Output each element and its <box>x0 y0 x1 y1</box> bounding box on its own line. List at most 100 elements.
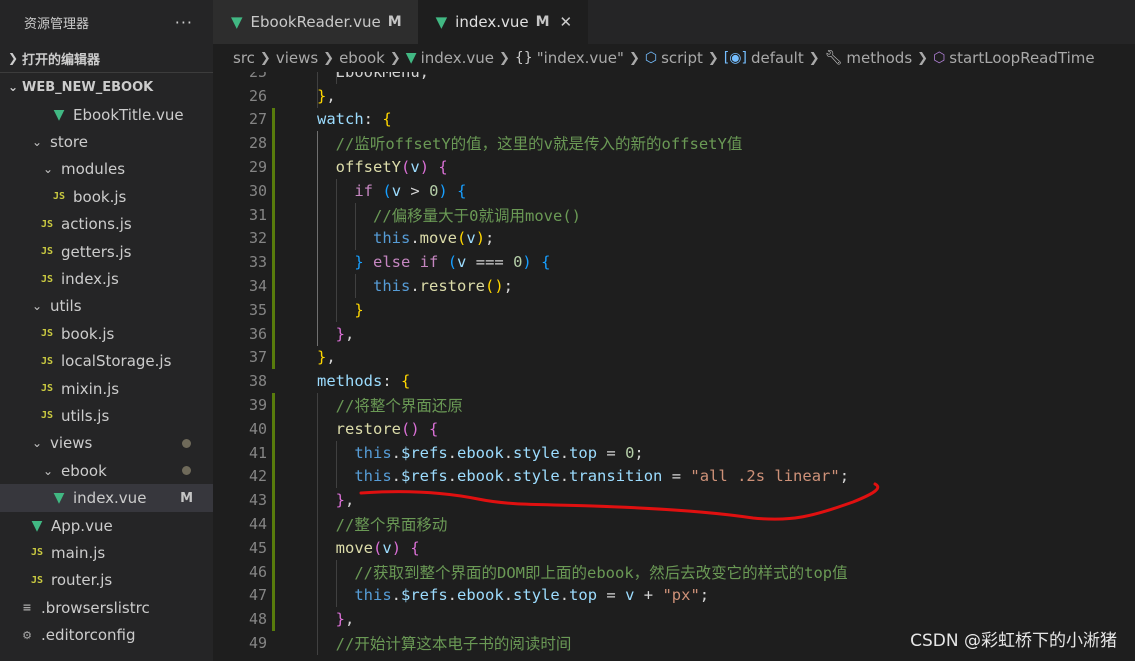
code-line: 44 //整个界面移动 <box>213 512 1135 536</box>
tree-file-getters[interactable]: JS getters.js <box>0 238 213 265</box>
breadcrumb-item[interactable]: ebook <box>339 49 385 67</box>
tree-file-book-js[interactable]: JS book.js <box>0 183 213 210</box>
line-number: 35 <box>248 300 267 319</box>
project-section[interactable]: ⌄ WEB_NEW_EBOOK <box>0 73 213 101</box>
code-line: 42 this.$refs.ebook.style.transition = "… <box>213 464 1135 489</box>
tree-file-main-js[interactable]: JS main.js <box>0 539 213 566</box>
breadcrumb-item[interactable]: methods <box>846 49 912 67</box>
line-number: 33 <box>248 253 267 272</box>
js-file-icon: JS <box>40 355 54 367</box>
braces-icon: {} <box>514 50 533 66</box>
module-cube-icon: ⬡ <box>644 50 658 66</box>
code-text: //偏移量大于0就调用move() <box>373 206 581 225</box>
code-line: 34 this.restore(); <box>213 274 1135 298</box>
js-file-icon: JS <box>40 383 54 395</box>
code-text: }, <box>335 324 355 343</box>
line-number: 32 <box>248 229 267 248</box>
tree-file-editorconfig[interactable]: ⚙ .editorconfig <box>0 621 213 648</box>
chevron-down-icon: ⌄ <box>31 135 43 150</box>
editor-tab-bar: ▼ EbookReader.vue M ▼ index.vue M ✕ <box>213 0 1135 44</box>
tab-index-vue[interactable]: ▼ index.vue M ✕ <box>417 0 589 44</box>
tree-folder-ebook[interactable]: ⌄ ebook <box>0 457 213 484</box>
tree-file-index-vue[interactable]: ▼ index.vue M <box>0 484 213 512</box>
variable-icon: [◉] <box>723 50 747 66</box>
chevron-down-icon: ⌄ <box>8 80 19 94</box>
line-number: 34 <box>248 277 267 296</box>
tree-item-label: book.js <box>61 324 115 343</box>
tree-item-label: views <box>50 434 93 453</box>
code-line: 30 if (v > 0) { <box>213 178 1135 203</box>
lines-file-icon: ≡ <box>22 601 32 615</box>
git-change-marker <box>272 107 275 132</box>
tree-file-utils-js[interactable]: JS utils.js <box>0 402 213 429</box>
code-line: 29 offsetY(v) { <box>213 155 1135 179</box>
code-text: methods: { <box>317 372 411 391</box>
tree-item-label: main.js <box>51 543 106 562</box>
code-line: 35 } <box>213 297 1135 322</box>
tree-file-index-js[interactable]: JS index.js <box>0 265 213 292</box>
tree-file-app-vue[interactable]: ▼ App.vue <box>0 512 213 539</box>
tab-label: EbookReader.vue <box>250 13 381 31</box>
breadcrumb-item[interactable]: script <box>661 49 703 67</box>
code-text: }, <box>317 86 336 105</box>
breadcrumb-item[interactable]: index.vue <box>421 49 494 67</box>
tree-file-ebooktitle[interactable]: ▼ EbookTitle.vue <box>0 101 213 128</box>
code-text: EbookMenu, <box>317 72 429 81</box>
open-editors-section[interactable]: ❯ 打开的编辑器 <box>0 44 213 72</box>
js-file-icon: JS <box>40 328 54 340</box>
breadcrumb-item[interactable]: "index.vue" <box>537 49 624 67</box>
line-number: 25 <box>213 72 267 81</box>
code-lines: 25 EbookMenu, 26 }, 27 watch: { 28 //监听o… <box>213 72 1135 655</box>
breadcrumb-item[interactable]: src <box>233 49 255 67</box>
js-file-icon: JS <box>30 574 44 586</box>
code-line: 33 } else if (v === 0) { <box>213 250 1135 275</box>
tree-item-label: utils.js <box>61 406 110 425</box>
modified-badge: M <box>535 14 550 30</box>
line-number: 26 <box>248 86 267 105</box>
js-file-icon: JS <box>40 273 54 285</box>
modified-badge: M <box>387 14 402 30</box>
breadcrumb-item[interactable]: startLoopReadTime <box>949 49 1094 67</box>
code-line: 47 this.$refs.ebook.style.top = v + "px"… <box>213 583 1135 608</box>
tree-file-router-js[interactable]: JS router.js <box>0 567 213 594</box>
project-label: WEB_NEW_EBOOK <box>22 79 154 95</box>
code-line: 40 restore() { <box>213 416 1135 441</box>
code-text: watch: { <box>317 110 392 129</box>
close-icon[interactable]: ✕ <box>560 13 573 31</box>
tree-folder-views[interactable]: ⌄ views <box>0 430 213 457</box>
tree-item-label: App.vue <box>51 516 113 535</box>
wrench-icon: 🔧︎ <box>824 50 843 66</box>
code-text: }, <box>335 491 355 510</box>
breadcrumb-item[interactable]: views <box>276 49 318 67</box>
tree-file-mixin[interactable]: JS mixin.js <box>0 375 213 402</box>
vue-file-icon: ▼ <box>31 517 43 534</box>
code-line: 43 }, <box>213 488 1135 513</box>
line-number: 30 <box>248 181 267 200</box>
tree-folder-utils[interactable]: ⌄ utils <box>0 293 213 320</box>
chevron-right-icon: ❯ <box>498 50 510 66</box>
open-editors-label: 打开的编辑器 <box>22 52 101 68</box>
tree-file-localstorage[interactable]: JS localStorage.js <box>0 348 213 375</box>
tree-item-label: store <box>50 133 88 152</box>
code-text: this.move(v); <box>373 229 495 248</box>
tree-file-utils-book[interactable]: JS book.js <box>0 320 213 347</box>
tree-item-label: getters.js <box>61 242 132 261</box>
tree-folder-modules[interactable]: ⌄ modules <box>0 156 213 183</box>
code-text: move(v) { <box>335 538 420 557</box>
tree-item-label: localStorage.js <box>61 352 172 371</box>
line-number: 45 <box>248 538 267 557</box>
tree-file-actions[interactable]: JS actions.js <box>0 211 213 238</box>
line-number: 42 <box>248 467 267 486</box>
chevron-right-icon: ❯ <box>808 50 820 66</box>
code-editor[interactable]: 25 EbookMenu, 26 }, 27 watch: { 28 //监听o… <box>213 72 1135 661</box>
vue-file-icon: ▼ <box>53 106 65 123</box>
tab-ebookreader[interactable]: ▼ EbookReader.vue M <box>213 0 418 44</box>
tree-folder-store[interactable]: ⌄ store <box>0 128 213 155</box>
line-number: 36 <box>248 324 267 343</box>
code-line: 26 }, <box>213 83 1135 108</box>
code-text: //将整个界面还原 <box>335 397 463 416</box>
more-actions-icon[interactable]: ··· <box>175 13 193 32</box>
explorer-title: 资源管理器 <box>24 16 90 32</box>
tree-file-browserslistrc[interactable]: ≡ .browserslistrc <box>0 594 213 621</box>
breadcrumb-item[interactable]: default <box>751 49 804 67</box>
